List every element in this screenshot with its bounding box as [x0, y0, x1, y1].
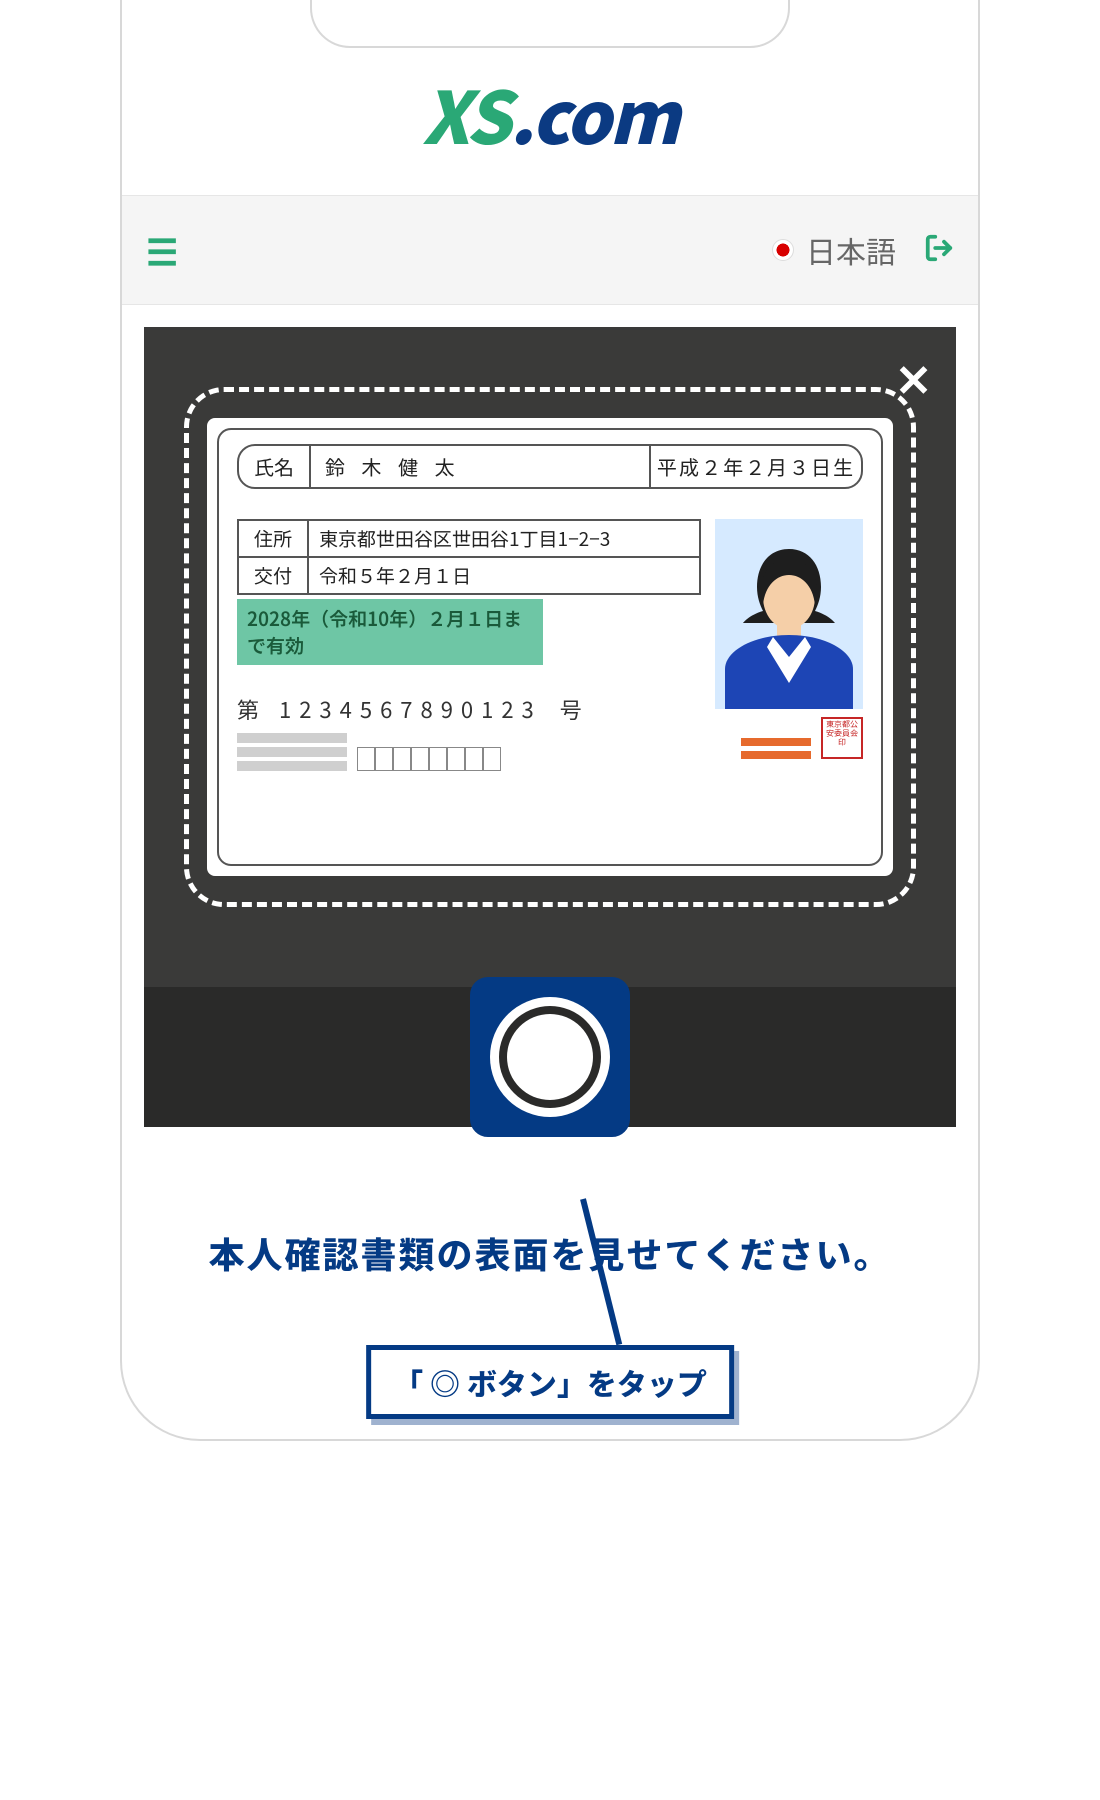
id-seal: 東京都公安委員会印 — [821, 717, 863, 759]
id-address-value: 東京都世田谷区世田谷1丁目1−2−3 — [308, 520, 700, 557]
id-number: 1234567890123 — [279, 693, 542, 725]
capture-button[interactable] — [470, 977, 630, 1137]
phone-notch — [310, 0, 790, 48]
id-number-row: 第 1234567890123 号 — [237, 693, 701, 725]
id-address-table: 住所 東京都世田谷区世田谷1丁目1−2−3 交付 令和５年２月１日 — [237, 519, 701, 595]
topbar-right: 日本語 — [772, 228, 954, 272]
topbar: ☰ 日本語 — [122, 195, 978, 305]
shutter-icon — [490, 997, 610, 1117]
logo-dotcom: .com — [509, 60, 677, 165]
id-issue-label: 交付 — [238, 557, 308, 594]
id-num-prefix: 第 — [237, 693, 261, 725]
logo-xs: XS — [422, 60, 509, 165]
id-card: 氏名 鈴 木 健 太 平成２年２月３日生 住所 東京都世田谷区世田谷1丁目1−2… — [217, 428, 883, 866]
id-address-block: 住所 東京都世田谷区世田谷1丁目1−2−3 交付 令和５年２月１日 2028年（… — [237, 519, 863, 771]
id-seal-area: 東京都公安委員会印 — [741, 717, 863, 759]
menu-icon[interactable]: ☰ — [146, 224, 178, 276]
language-label: 日本語 — [806, 228, 896, 272]
id-orange-lines — [741, 733, 811, 759]
id-issue-value: 令和５年２月１日 — [308, 557, 700, 594]
instruction-text: 本人確認書類の表面を見せてください。 — [122, 1227, 978, 1279]
phone-frame: XS.com ☰ 日本語 ✕ 氏名 鈴 木 健 太 平成２年２月３日生 — [120, 0, 980, 1441]
callout-label: 「 ◎ ボタン」をタップ — [366, 1345, 734, 1419]
id-photo — [715, 519, 863, 709]
language-selector[interactable]: 日本語 — [772, 228, 896, 272]
id-num-suffix: 号 — [560, 693, 584, 725]
id-address-label: 住所 — [238, 520, 308, 557]
camera-viewport: ✕ 氏名 鈴 木 健 太 平成２年２月３日生 住所 — [144, 327, 956, 1127]
id-dob: 平成２年２月３日生 — [651, 446, 861, 487]
id-bottom-row — [237, 733, 701, 771]
logout-icon[interactable] — [924, 228, 954, 272]
id-name-row: 氏名 鈴 木 健 太 平成２年２月３日生 — [237, 444, 863, 489]
callout-wrap: 「 ◎ ボタン」をタップ — [122, 1289, 978, 1439]
capture-guide-frame: 氏名 鈴 木 健 太 平成２年２月３日生 住所 東京都世田谷区世田谷1丁目1−2… — [184, 387, 916, 907]
id-cells — [357, 747, 501, 771]
id-name-label: 氏名 — [239, 446, 311, 487]
card-holder: 氏名 鈴 木 健 太 平成２年２月３日生 住所 東京都世田谷区世田谷1丁目1−2… — [207, 418, 893, 876]
id-validity: 2028年（令和10年）２月１日まで有効 — [237, 599, 543, 665]
flag-jp-icon — [772, 239, 794, 261]
id-stripes — [237, 733, 347, 771]
id-name-value: 鈴 木 健 太 — [311, 446, 651, 487]
